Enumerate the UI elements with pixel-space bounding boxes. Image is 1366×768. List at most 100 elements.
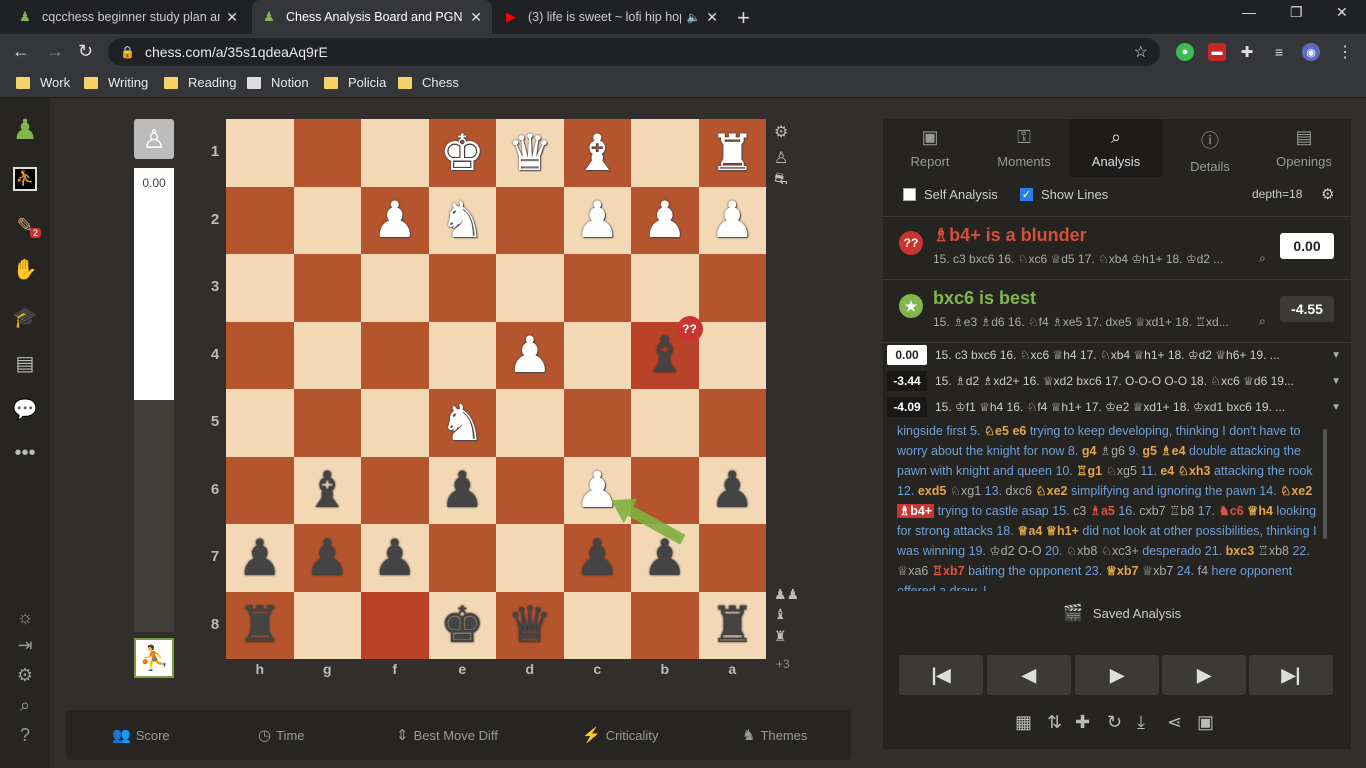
address-bar[interactable]: 🔒 chess.com/a/35s1qdeaAq9rE ☆	[108, 38, 1160, 66]
square-a3[interactable]	[698, 254, 766, 322]
engine-settings-icon[interactable]: ⚙	[1321, 185, 1334, 203]
tab-analysis-board[interactable]: ♟ Chess Analysis Board and PGN E ✕	[252, 0, 492, 34]
close-window-button[interactable]: ✕	[1336, 4, 1348, 21]
show-lines-toggle[interactable]: ✓ Show Lines	[1020, 187, 1108, 202]
score-tab[interactable]: 👥 Score	[112, 726, 170, 744]
move-token[interactable]: e6	[1012, 424, 1026, 438]
square-g1[interactable]	[293, 119, 361, 187]
white-pawn-c6[interactable]: ♟	[564, 457, 632, 525]
next-move-button[interactable]: ▶	[1162, 655, 1246, 695]
move-token[interactable]: ♕xb7	[1106, 564, 1142, 578]
square-d3[interactable]	[496, 254, 564, 322]
square-c3[interactable]	[563, 254, 631, 322]
move-token[interactable]: ♖g1	[1076, 464, 1105, 478]
white-pawn-c2[interactable]: ♟	[564, 187, 632, 255]
move-token[interactable]: dxc6	[1006, 484, 1036, 498]
white-knight-e2[interactable]: ♞	[429, 187, 497, 255]
move-token[interactable]: e4	[1160, 464, 1177, 478]
minimize-window-button[interactable]: —	[1242, 4, 1256, 20]
add-icon[interactable]: ✚	[1075, 712, 1090, 733]
black-pawn-h7[interactable]: ♟	[226, 524, 294, 592]
settings-icon[interactable]: ⚙	[8, 660, 42, 690]
new-tab-button[interactable]: +	[737, 5, 750, 31]
move-token[interactable]: ♕xa6	[897, 564, 932, 578]
caret-down-icon[interactable]: ▼	[1331, 376, 1341, 387]
theme-icon[interactable]: ☼	[8, 602, 42, 632]
chat-icon[interactable]: 💬	[8, 394, 42, 424]
puzzle-icon[interactable]: ✎ 2	[8, 210, 42, 240]
move-token[interactable]: ♗a5	[1090, 504, 1115, 518]
first-move-button[interactable]: |◀	[899, 655, 983, 695]
square-d5[interactable]	[496, 389, 564, 457]
tab-openings[interactable]: ▤ Openings	[1257, 119, 1351, 177]
square-g8[interactable]	[293, 591, 361, 659]
square-g3[interactable]	[293, 254, 361, 322]
pawn-toggle-icon[interactable]: ♙	[774, 148, 788, 168]
tab-lofi-youtube[interactable]: ▶ (3) life is sweet ~ lofi hip hop 🔈 ✕	[494, 0, 728, 34]
learn-icon[interactable]: ✋	[8, 254, 42, 284]
self-analysis-checkbox[interactable]	[903, 188, 916, 201]
download-icon[interactable]: ⤓	[1137, 712, 1145, 733]
move-token[interactable]: ♘xc3+	[1101, 544, 1139, 558]
annotated-move-list[interactable]: kingside first 5. ♘e5 e6 trying to keep …	[897, 421, 1317, 591]
reset-icon[interactable]: ↻	[1107, 712, 1122, 733]
last-move-button[interactable]: ▶|	[1249, 655, 1333, 695]
engine-line[interactable]: 0.00 15. c3 bxc6 16. ♘xc6 ♕h4 17. ♘xb4 ♕…	[887, 344, 1347, 366]
back-arrow-icon[interactable]: ←	[12, 41, 30, 62]
bookmark-reading[interactable]: Reading	[164, 75, 236, 90]
collapse-icon[interactable]: ⇥	[8, 630, 42, 660]
square-h2[interactable]	[226, 186, 294, 254]
black-rook-h8[interactable]: ♜	[226, 592, 294, 660]
share-icon[interactable]: ⋖	[1167, 712, 1182, 733]
move-token[interactable]: ♔d2	[989, 544, 1018, 558]
move-token[interactable]: cxb7	[1139, 504, 1169, 518]
move-token[interactable]: ♖xb7	[932, 564, 965, 578]
engine-chip-icon[interactable]: ▦	[1015, 712, 1032, 733]
black-pawn-f7[interactable]: ♟	[361, 524, 429, 592]
search-icon[interactable]: ⌕	[8, 690, 42, 720]
black-rook-a8[interactable]: ♜	[699, 592, 767, 660]
square-d7[interactable]	[496, 524, 564, 592]
square-b8[interactable]	[631, 591, 699, 659]
tab-report[interactable]: ▣ Report	[883, 119, 977, 177]
move-token[interactable]: ♘xg5	[1106, 464, 1137, 478]
move-token[interactable]: bxc3	[1226, 544, 1258, 558]
move-token[interactable]: ♖b8	[1169, 504, 1194, 518]
extension-green-icon[interactable]: ●	[1176, 43, 1194, 61]
more-icon[interactable]: •••	[8, 438, 42, 468]
puzzle-extensions-icon[interactable]: ✚	[1238, 43, 1256, 61]
criticality-tab[interactable]: ⚡ Criticality	[582, 726, 658, 744]
white-queen-d1[interactable]: ♛	[496, 119, 564, 187]
square-f5[interactable]	[361, 389, 429, 457]
best-move-diff-tab[interactable]: ⇕ Best Move Diff	[396, 726, 498, 744]
square-f4[interactable]	[361, 321, 429, 389]
square-a7[interactable]	[698, 524, 766, 592]
square-h5[interactable]	[226, 389, 294, 457]
browser-menu-icon[interactable]: ⋮	[1336, 43, 1354, 61]
move-token[interactable]: g4	[1082, 444, 1100, 458]
move-token[interactable]: ♘xh3	[1178, 464, 1211, 478]
tab-details[interactable]: ⓘ Details	[1163, 119, 1257, 177]
caret-down-icon[interactable]: ▼	[1331, 350, 1341, 361]
move-token[interactable]: ♞c6	[1219, 504, 1244, 518]
black-pawn-e6[interactable]: ♟	[429, 457, 497, 525]
tab-study-plan[interactable]: ♟ cqcchess beginner study plan an ✕	[8, 0, 248, 34]
bookmark-policia[interactable]: Policia	[324, 75, 386, 90]
black-pawn-g7[interactable]: ♟	[294, 524, 362, 592]
close-tab-icon[interactable]: ✕	[226, 9, 238, 26]
square-f3[interactable]	[361, 254, 429, 322]
bookmark-notion[interactable]: Notion	[247, 75, 309, 90]
move-token[interactable]: ♗b4+	[897, 504, 935, 518]
square-h4[interactable]	[226, 321, 294, 389]
flip-board-icon[interactable]: ⛐	[774, 170, 788, 190]
square-a4[interactable]	[698, 321, 766, 389]
move-token[interactable]: ♕xb7	[1142, 564, 1173, 578]
white-pawn-f2[interactable]: ♟	[361, 187, 429, 255]
reload-icon[interactable]: ↻	[78, 41, 93, 62]
square-e3[interactable]	[428, 254, 496, 322]
engine-line[interactable]: -4.09 15. ♔f1 ♕h4 16. ♘f4 ♕h1+ 17. ♔e2 ♕…	[887, 396, 1347, 418]
square-g5[interactable]	[293, 389, 361, 457]
square-b3[interactable]	[631, 254, 699, 322]
search-line-icon[interactable]: ⌕	[1259, 314, 1266, 329]
saved-analysis-button[interactable]: 🎬 Saved Analysis	[1063, 603, 1181, 623]
